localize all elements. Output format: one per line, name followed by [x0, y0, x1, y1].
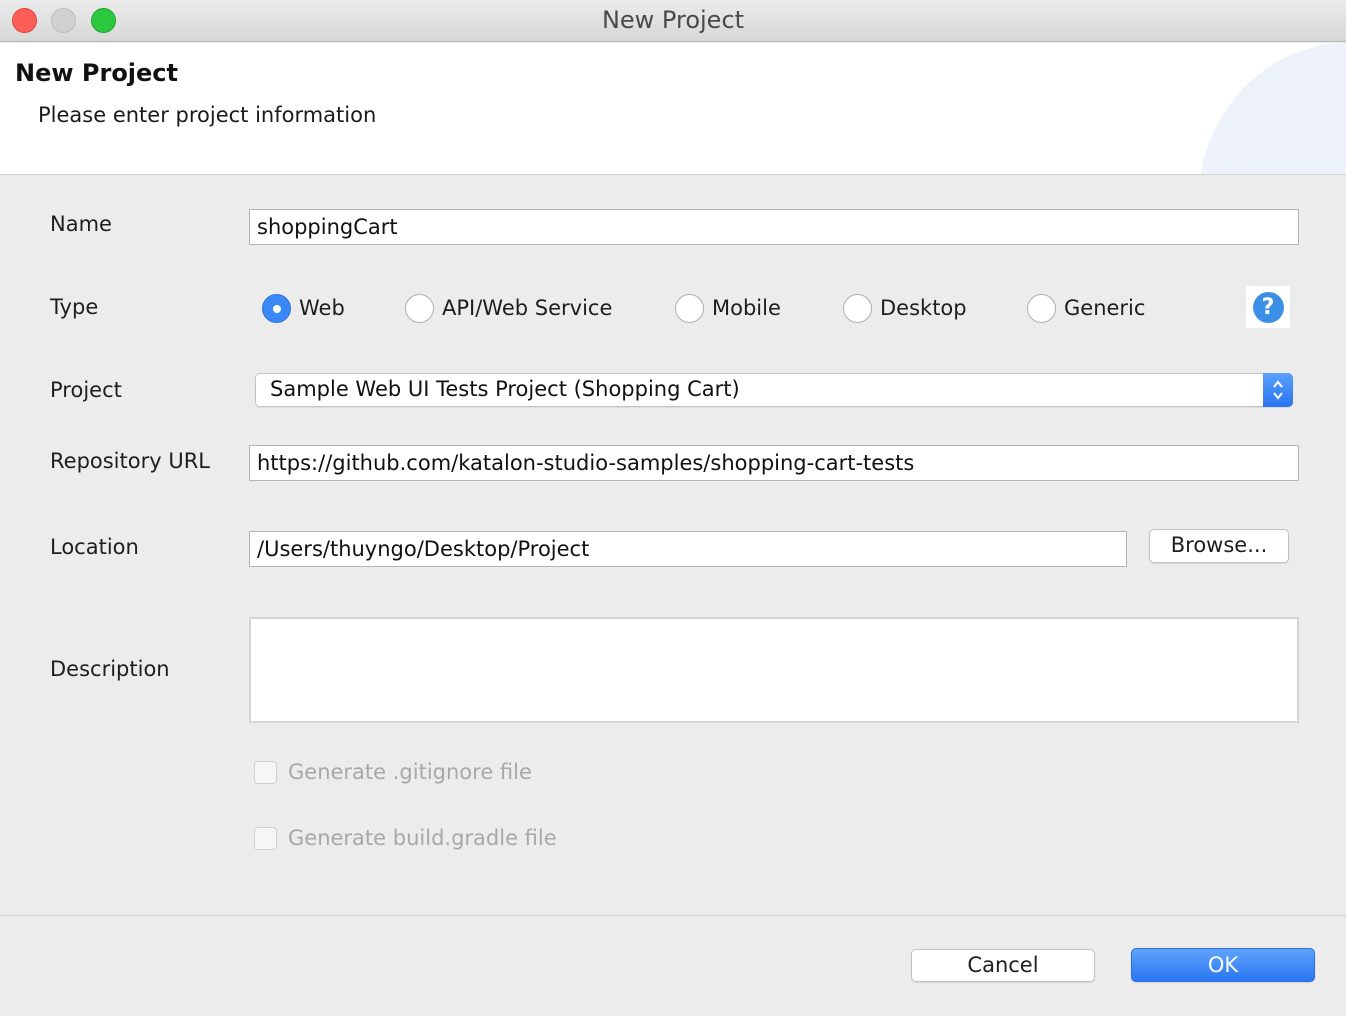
- question-mark-icon: ?: [1252, 291, 1284, 323]
- description-label: Description: [50, 657, 170, 681]
- radio-selected-icon: [262, 293, 291, 323]
- ok-button[interactable]: OK: [1131, 948, 1315, 982]
- type-label: Type: [50, 295, 99, 319]
- stepper-arrows-icon: [1273, 380, 1283, 400]
- gitignore-checkbox-label: Generate .gitignore file: [288, 760, 532, 784]
- type-radio-label: Mobile: [712, 296, 781, 320]
- location-input[interactable]: /Users/thuyngo/Desktop/Project: [249, 531, 1127, 567]
- footer-divider: [0, 915, 1346, 916]
- window-title: New Project: [601, 6, 745, 34]
- type-radio-label: Desktop: [880, 296, 967, 320]
- type-radio-label: API/Web Service: [442, 296, 613, 320]
- name-input[interactable]: shoppingCart: [249, 209, 1299, 245]
- type-radio-generic[interactable]: Generic: [1027, 290, 1145, 326]
- description-textarea[interactable]: [249, 617, 1299, 723]
- checkbox-unchecked-icon: [254, 760, 277, 784]
- cancel-button[interactable]: Cancel: [911, 949, 1095, 982]
- project-select-value: Sample Web UI Tests Project (Shopping Ca…: [270, 377, 740, 401]
- chevron-updown-icon: [1263, 373, 1293, 407]
- dialog-instructions: Please enter project information: [38, 103, 377, 127]
- name-label: Name: [50, 212, 112, 236]
- title-bar: New Project: [0, 0, 1346, 42]
- help-button[interactable]: ?: [1246, 286, 1290, 328]
- radio-unselected-icon: [405, 293, 434, 323]
- project-label: Project: [50, 378, 122, 402]
- repository-url-label: Repository URL: [50, 449, 211, 473]
- type-radio-web[interactable]: Web: [262, 290, 345, 326]
- radio-unselected-icon: [675, 293, 704, 323]
- project-select[interactable]: Sample Web UI Tests Project (Shopping Ca…: [255, 373, 1293, 407]
- gradle-checkbox-label: Generate build.gradle file: [288, 826, 557, 850]
- location-label: Location: [50, 535, 139, 559]
- repository-url-input[interactable]: https://github.com/katalon-studio-sample…: [249, 445, 1299, 481]
- gradle-checkbox[interactable]: Generate build.gradle file: [254, 824, 557, 852]
- type-radio-desktop[interactable]: Desktop: [843, 290, 967, 326]
- type-radio-label: Web: [299, 296, 345, 320]
- type-radio-api[interactable]: API/Web Service: [405, 290, 612, 326]
- checkbox-unchecked-icon: [254, 826, 277, 850]
- header-decoration-inner: [1240, 43, 1346, 174]
- dialog-heading: New Project: [15, 59, 179, 87]
- type-radio-label: Generic: [1064, 296, 1146, 320]
- radio-unselected-icon: [1027, 293, 1056, 323]
- new-project-dialog: New Project New Project Please enter pro…: [0, 0, 1346, 1016]
- gitignore-checkbox[interactable]: Generate .gitignore file: [254, 758, 532, 786]
- browse-button[interactable]: Browse...: [1149, 529, 1289, 563]
- radio-unselected-icon: [843, 293, 872, 323]
- dialog-header: New Project Please enter project informa…: [0, 43, 1346, 175]
- type-radio-mobile[interactable]: Mobile: [675, 290, 781, 326]
